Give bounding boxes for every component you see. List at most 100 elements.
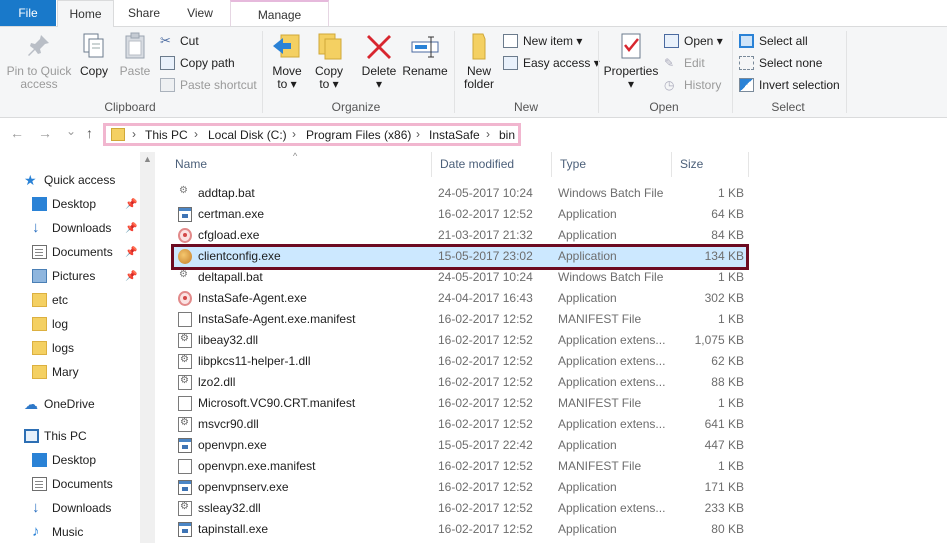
ribbon-tab-bar: File Home Share View Manage bbox=[0, 0, 947, 27]
copy-to-button[interactable]: Copy to ▾ bbox=[310, 31, 348, 91]
column-header-type[interactable]: Type bbox=[552, 152, 672, 177]
open-label: Open ▾ bbox=[684, 34, 723, 48]
client-config-icon bbox=[178, 249, 192, 264]
pin-icon[interactable]: 📌 bbox=[125, 199, 137, 210]
paste-button[interactable]: Paste bbox=[116, 31, 154, 78]
file-row[interactable]: addtap.bat 24-05-2017 10:24 Windows Batch … bbox=[171, 183, 749, 204]
document-icon bbox=[178, 312, 192, 327]
file-row[interactable]: deltapall.bat 24-05-2017 10:24 Windows Bat… bbox=[171, 267, 749, 288]
file-row[interactable]: lzo2.dll 16-02-2017 12:52 Application exte… bbox=[171, 372, 749, 393]
cut-button[interactable]: ✂ Cut bbox=[160, 31, 199, 51]
file-row[interactable]: cfgload.exe 21-03-2017 21:32 Application 84… bbox=[171, 225, 749, 246]
file-row[interactable]: InstaSafe-Agent.exe 24-04-2017 16:43 Appli… bbox=[171, 288, 749, 309]
navigation-pane-scrollbar[interactable]: ▲ bbox=[140, 152, 155, 543]
breadcrumb-chevron-icon[interactable]: › bbox=[292, 127, 296, 141]
file-size: 84 KB bbox=[711, 228, 744, 242]
select-none-button[interactable]: Select none bbox=[739, 53, 822, 73]
breadcrumb-local-disk[interactable]: Local Disk (C:) bbox=[208, 128, 287, 142]
column-header-name[interactable]: ^ Name bbox=[167, 151, 432, 177]
file-type: Application bbox=[558, 522, 617, 536]
pin-icon[interactable]: 📌 bbox=[125, 223, 137, 234]
navigation-bar: ← → ⌄ ↑ › This PC › Local Disk (C:) › Pr… bbox=[0, 119, 947, 149]
back-arrow-icon[interactable]: ← bbox=[10, 125, 24, 141]
column-header-type-label: Type bbox=[560, 157, 587, 171]
sidebar-item-label: Quick access bbox=[44, 173, 116, 187]
forward-arrow-icon[interactable]: → bbox=[38, 125, 52, 141]
star-icon: ★ bbox=[24, 172, 37, 188]
dll-icon bbox=[178, 501, 192, 516]
tab-home[interactable]: Home bbox=[57, 0, 114, 27]
easy-access-button[interactable]: Easy access ▾ bbox=[503, 53, 600, 73]
edit-button[interactable]: ✎ Edit bbox=[664, 53, 705, 73]
sidebar-item-label: Desktop bbox=[52, 197, 97, 211]
delete-button[interactable]: Delete ▾ bbox=[358, 31, 400, 91]
tab-file[interactable]: File bbox=[0, 0, 56, 26]
file-name: InstaSafe-Agent.exe bbox=[198, 291, 307, 305]
file-row[interactable]: openvpn.exe 15-05-2017 22:42 Application 44… bbox=[171, 435, 749, 456]
properties-button[interactable]: Properties ▾ bbox=[602, 31, 660, 91]
breadcrumb-bin[interactable]: bin bbox=[499, 128, 515, 142]
move-to-button[interactable]: Move to ▾ bbox=[268, 31, 306, 91]
tab-view[interactable]: View bbox=[172, 0, 228, 26]
address-bar[interactable]: › This PC › Local Disk (C:) › Program Fi… bbox=[103, 123, 521, 146]
file-row[interactable]: tapinstall.exe 16-02-2017 12:52 Applicatio… bbox=[171, 519, 749, 540]
file-row[interactable]: certman.exe 16-02-2017 12:52 Application 64… bbox=[171, 204, 749, 225]
file-name: lzo2.dll bbox=[198, 375, 236, 389]
file-name: openvpnserv.exe bbox=[198, 480, 289, 494]
pin-label-line2: access bbox=[20, 77, 58, 91]
file-row[interactable]: openvpnserv.exe 16-02-2017 12:52 Applicati… bbox=[171, 477, 749, 498]
tab-share[interactable]: Share bbox=[116, 0, 172, 26]
file-row[interactable]: msvcr90.dll 16-02-2017 12:52 Application e… bbox=[171, 414, 749, 435]
dll-icon bbox=[178, 354, 192, 369]
paste-shortcut-button[interactable]: Paste shortcut bbox=[160, 75, 257, 95]
file-row[interactable]: libeay32.dll 16-02-2017 12:52 Application … bbox=[171, 330, 749, 351]
file-type: MANIFEST File bbox=[558, 459, 642, 473]
move-to-label2: to ▾ bbox=[277, 77, 297, 91]
pin-to-quick-access-button[interactable]: Pin to Quick access bbox=[4, 31, 74, 91]
breadcrumb-instasafe[interactable]: InstaSafe bbox=[429, 128, 480, 142]
application-icon bbox=[178, 438, 192, 453]
copy-button[interactable]: Copy bbox=[76, 31, 112, 78]
breadcrumb-this-pc[interactable]: This PC bbox=[145, 128, 188, 142]
new-folder-button[interactable]: New folder bbox=[458, 31, 500, 91]
file-row[interactable]: libpkcs11-helper-1.dll 16-02-2017 12:52 Ap… bbox=[171, 351, 749, 372]
copy-path-button[interactable]: Copy path bbox=[160, 53, 235, 73]
scroll-up-arrow-icon[interactable]: ▲ bbox=[143, 154, 152, 164]
pin-icon[interactable]: 📌 bbox=[125, 271, 137, 282]
application-icon bbox=[178, 207, 192, 222]
breadcrumb-chevron-icon[interactable]: › bbox=[132, 127, 136, 141]
file-size: 641 KB bbox=[704, 417, 744, 431]
open-button[interactable]: Open ▾ bbox=[664, 31, 723, 51]
select-all-label: Select all bbox=[759, 34, 808, 48]
file-row[interactable]: InstaSafe-Agent.exe.manifest 16-02-2017 1… bbox=[171, 309, 749, 330]
pin-icon[interactable]: 📌 bbox=[125, 247, 137, 258]
file-type: Windows Batch File bbox=[558, 270, 664, 284]
breadcrumb-chevron-icon[interactable]: › bbox=[416, 127, 420, 141]
breadcrumb-program-files[interactable]: Program Files (x86) bbox=[306, 128, 411, 142]
file-row[interactable]: ssleay32.dll 16-02-2017 12:52 Application … bbox=[171, 498, 749, 519]
tab-manage[interactable]: Manage bbox=[230, 0, 329, 26]
history-button[interactable]: ◷ History bbox=[664, 75, 721, 95]
folder-icon bbox=[111, 128, 125, 141]
file-row[interactable]: openvpn.exe.manifest 16-02-2017 12:52 MANI… bbox=[171, 456, 749, 477]
recent-locations-chevron-icon[interactable]: ⌄ bbox=[66, 124, 76, 138]
file-date-modified: 16-02-2017 12:52 bbox=[438, 312, 533, 326]
file-type: Windows Batch File bbox=[558, 186, 664, 200]
file-row[interactable]: Microsoft.VC90.CRT.manifest 16-02-2017 12… bbox=[171, 393, 749, 414]
column-header-size[interactable]: Size bbox=[672, 152, 749, 177]
invert-selection-button[interactable]: Invert selection bbox=[739, 75, 840, 95]
select-all-button[interactable]: Select all bbox=[739, 31, 808, 51]
rename-button[interactable]: Rename bbox=[402, 31, 448, 78]
column-header-date[interactable]: Date modified bbox=[432, 152, 552, 177]
breadcrumb-chevron-icon[interactable]: › bbox=[194, 127, 198, 141]
delete-x-icon bbox=[363, 31, 395, 61]
breadcrumb-chevron-icon[interactable]: › bbox=[486, 127, 490, 141]
file-row[interactable]: clientconfig.exe 15-05-2017 23:02 Applicat… bbox=[171, 246, 749, 267]
download-icon: ↓ bbox=[32, 499, 40, 516]
select-all-icon bbox=[739, 34, 754, 48]
history-icon: ◷ bbox=[664, 78, 675, 92]
sidebar-item-label: log bbox=[52, 317, 69, 331]
file-size: 88 KB bbox=[711, 375, 744, 389]
new-item-button[interactable]: New item ▾ bbox=[503, 31, 582, 51]
up-arrow-icon[interactable]: ↑ bbox=[86, 125, 93, 141]
